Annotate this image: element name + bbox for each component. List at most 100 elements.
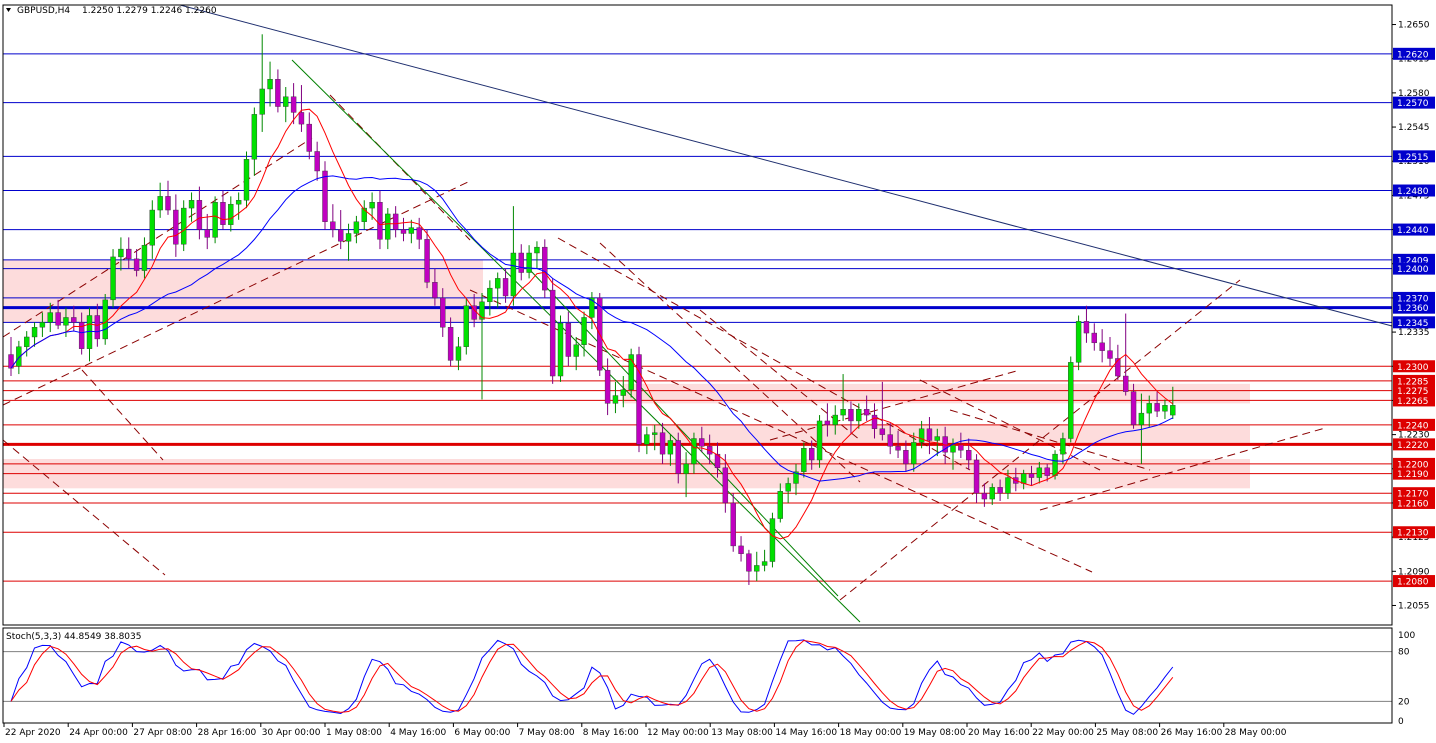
bear-candle xyxy=(997,487,1003,494)
bull-candle xyxy=(557,323,564,377)
red-level-1.2160-tag-text: 1.2160 xyxy=(1397,499,1429,509)
stoch-label: Stoch(5,3,3) 44.8549 38.8035 xyxy=(6,632,141,642)
bear-candle xyxy=(542,246,548,291)
bull-candle xyxy=(644,434,650,445)
time-tick-label: 19 May 08:00 xyxy=(904,728,966,738)
bear-candle xyxy=(903,450,909,465)
bear-candle xyxy=(338,229,344,242)
blue-level-1.2515-tag-text: 1.2515 xyxy=(1397,153,1429,163)
bull-candle xyxy=(455,346,462,361)
bull-candle xyxy=(1052,453,1058,476)
time-tick-label: 30 Apr 00:00 xyxy=(262,728,321,738)
chart-window[interactable]: 100 80 20 0 1.26501.26151.25801.25451.25101… xyxy=(0,0,1436,743)
bull-candle xyxy=(816,420,823,461)
bear-candle xyxy=(400,229,407,234)
bull-candle xyxy=(769,518,776,562)
bull-candle xyxy=(243,159,250,201)
time-tick-label: 28 May 00:00 xyxy=(1225,728,1287,738)
time-tick-label: 26 May 16:00 xyxy=(1161,728,1223,738)
time-tick-label: 24 Apr 00:00 xyxy=(69,728,128,738)
price-axis[interactable]: 1.26501.26151.25801.25451.25101.24751.24… xyxy=(1392,21,1435,612)
bear-candle xyxy=(424,239,430,283)
bear-candle xyxy=(604,369,611,404)
time-tick-label: 27 Apr 08:00 xyxy=(133,728,192,738)
bear-candle xyxy=(1044,467,1050,476)
time-tick-label: 18 May 00:00 xyxy=(840,728,902,738)
time-tick-label: 20 May 16:00 xyxy=(968,728,1030,738)
bull-candle xyxy=(149,209,156,246)
price-tick-label: 1.2545 xyxy=(1398,123,1430,133)
bull-candle xyxy=(24,336,30,347)
time-tick-label: 14 May 16:00 xyxy=(775,728,837,738)
bear-candle xyxy=(746,553,752,572)
time-tick-label: 4 May 16:00 xyxy=(390,728,446,738)
time-tick-label: 6 May 00:00 xyxy=(454,728,510,738)
bull-candle xyxy=(911,442,917,465)
time-tick-label: 8 May 16:00 xyxy=(583,728,639,738)
bull-candle xyxy=(267,79,273,90)
bear-candle xyxy=(659,432,666,455)
bear-candle xyxy=(1099,342,1105,351)
bear-candle xyxy=(1154,403,1160,412)
bear-candle xyxy=(330,221,336,230)
bull-candle xyxy=(251,114,258,160)
bear-candle xyxy=(809,448,815,461)
bull-candle xyxy=(1036,467,1043,478)
bull-candle xyxy=(408,227,415,234)
bear-candle xyxy=(981,492,988,500)
bear-candle xyxy=(126,248,132,260)
bear-candle xyxy=(895,446,901,451)
dashed-trend-line xyxy=(81,369,164,461)
bear-candle xyxy=(204,229,210,238)
bear-candle xyxy=(887,434,893,447)
bear-candle xyxy=(306,123,312,152)
bear-candle xyxy=(416,227,422,240)
bear-candle xyxy=(275,79,281,107)
blue-level-1.2345-tag-text: 1.2345 xyxy=(1397,319,1429,329)
red-level-1.2265-tag-text: 1.2265 xyxy=(1397,397,1429,407)
bull-candle xyxy=(31,327,38,338)
ohlc-readout: 1.2250 1.2279 1.2246 1.2260 xyxy=(82,6,217,16)
stochastic-panel: 100 80 20 0 xyxy=(3,631,1415,727)
bull-candle xyxy=(691,438,697,465)
bear-candle xyxy=(1091,332,1098,344)
bear-candle xyxy=(738,545,744,554)
stoch-axis-label: 20 xyxy=(1398,697,1410,707)
bull-candle xyxy=(612,395,619,404)
bull-candle xyxy=(754,565,760,572)
bear-candle xyxy=(699,438,705,447)
blue-level-1.2570-tag-text: 1.2570 xyxy=(1397,99,1429,109)
bear-candle xyxy=(848,409,854,422)
bull-candle xyxy=(487,287,493,303)
bear-candle xyxy=(220,202,226,225)
bear-candle xyxy=(447,327,454,361)
bear-candle xyxy=(871,414,878,429)
bull-candle xyxy=(118,248,124,258)
bull-candle xyxy=(1068,362,1074,439)
price-tick-label: 1.2650 xyxy=(1398,21,1430,31)
time-axis[interactable]: 22 Apr 2020 24 Apr 00:00 27 Apr 08:00 28 Ap… xyxy=(3,723,1287,738)
time-tick-label: 7 May 08:00 xyxy=(519,728,575,738)
chart-frame xyxy=(2,4,1393,724)
bull-candle xyxy=(1005,477,1011,494)
price-chart[interactable]: 100 80 20 0 1.26501.26151.25801.25451.25101… xyxy=(0,0,1436,743)
stoch-axis-label: 100 xyxy=(1398,631,1415,641)
bear-candle xyxy=(94,315,101,340)
bear-candle xyxy=(824,420,831,426)
bull-candle xyxy=(856,409,862,422)
bull-candle xyxy=(228,203,234,225)
bull-candle xyxy=(652,432,658,435)
bull-candle xyxy=(110,256,116,301)
blue-level-1.2480-tag-text: 1.2480 xyxy=(1397,187,1429,197)
bull-candle xyxy=(534,246,540,254)
bear-candle xyxy=(863,409,870,416)
symbol-dropdown-icon[interactable] xyxy=(6,8,11,12)
bear-candle xyxy=(973,459,980,494)
bear-candle xyxy=(196,200,203,230)
red-level-1.2220-tag-text: 1.2220 xyxy=(1397,441,1429,451)
blue-level-1.2620-tag-text: 1.2620 xyxy=(1397,50,1429,60)
bull-candle xyxy=(345,233,352,242)
bull-candle xyxy=(283,96,289,107)
zone-rect xyxy=(652,424,1250,445)
bull-candle xyxy=(188,200,195,209)
